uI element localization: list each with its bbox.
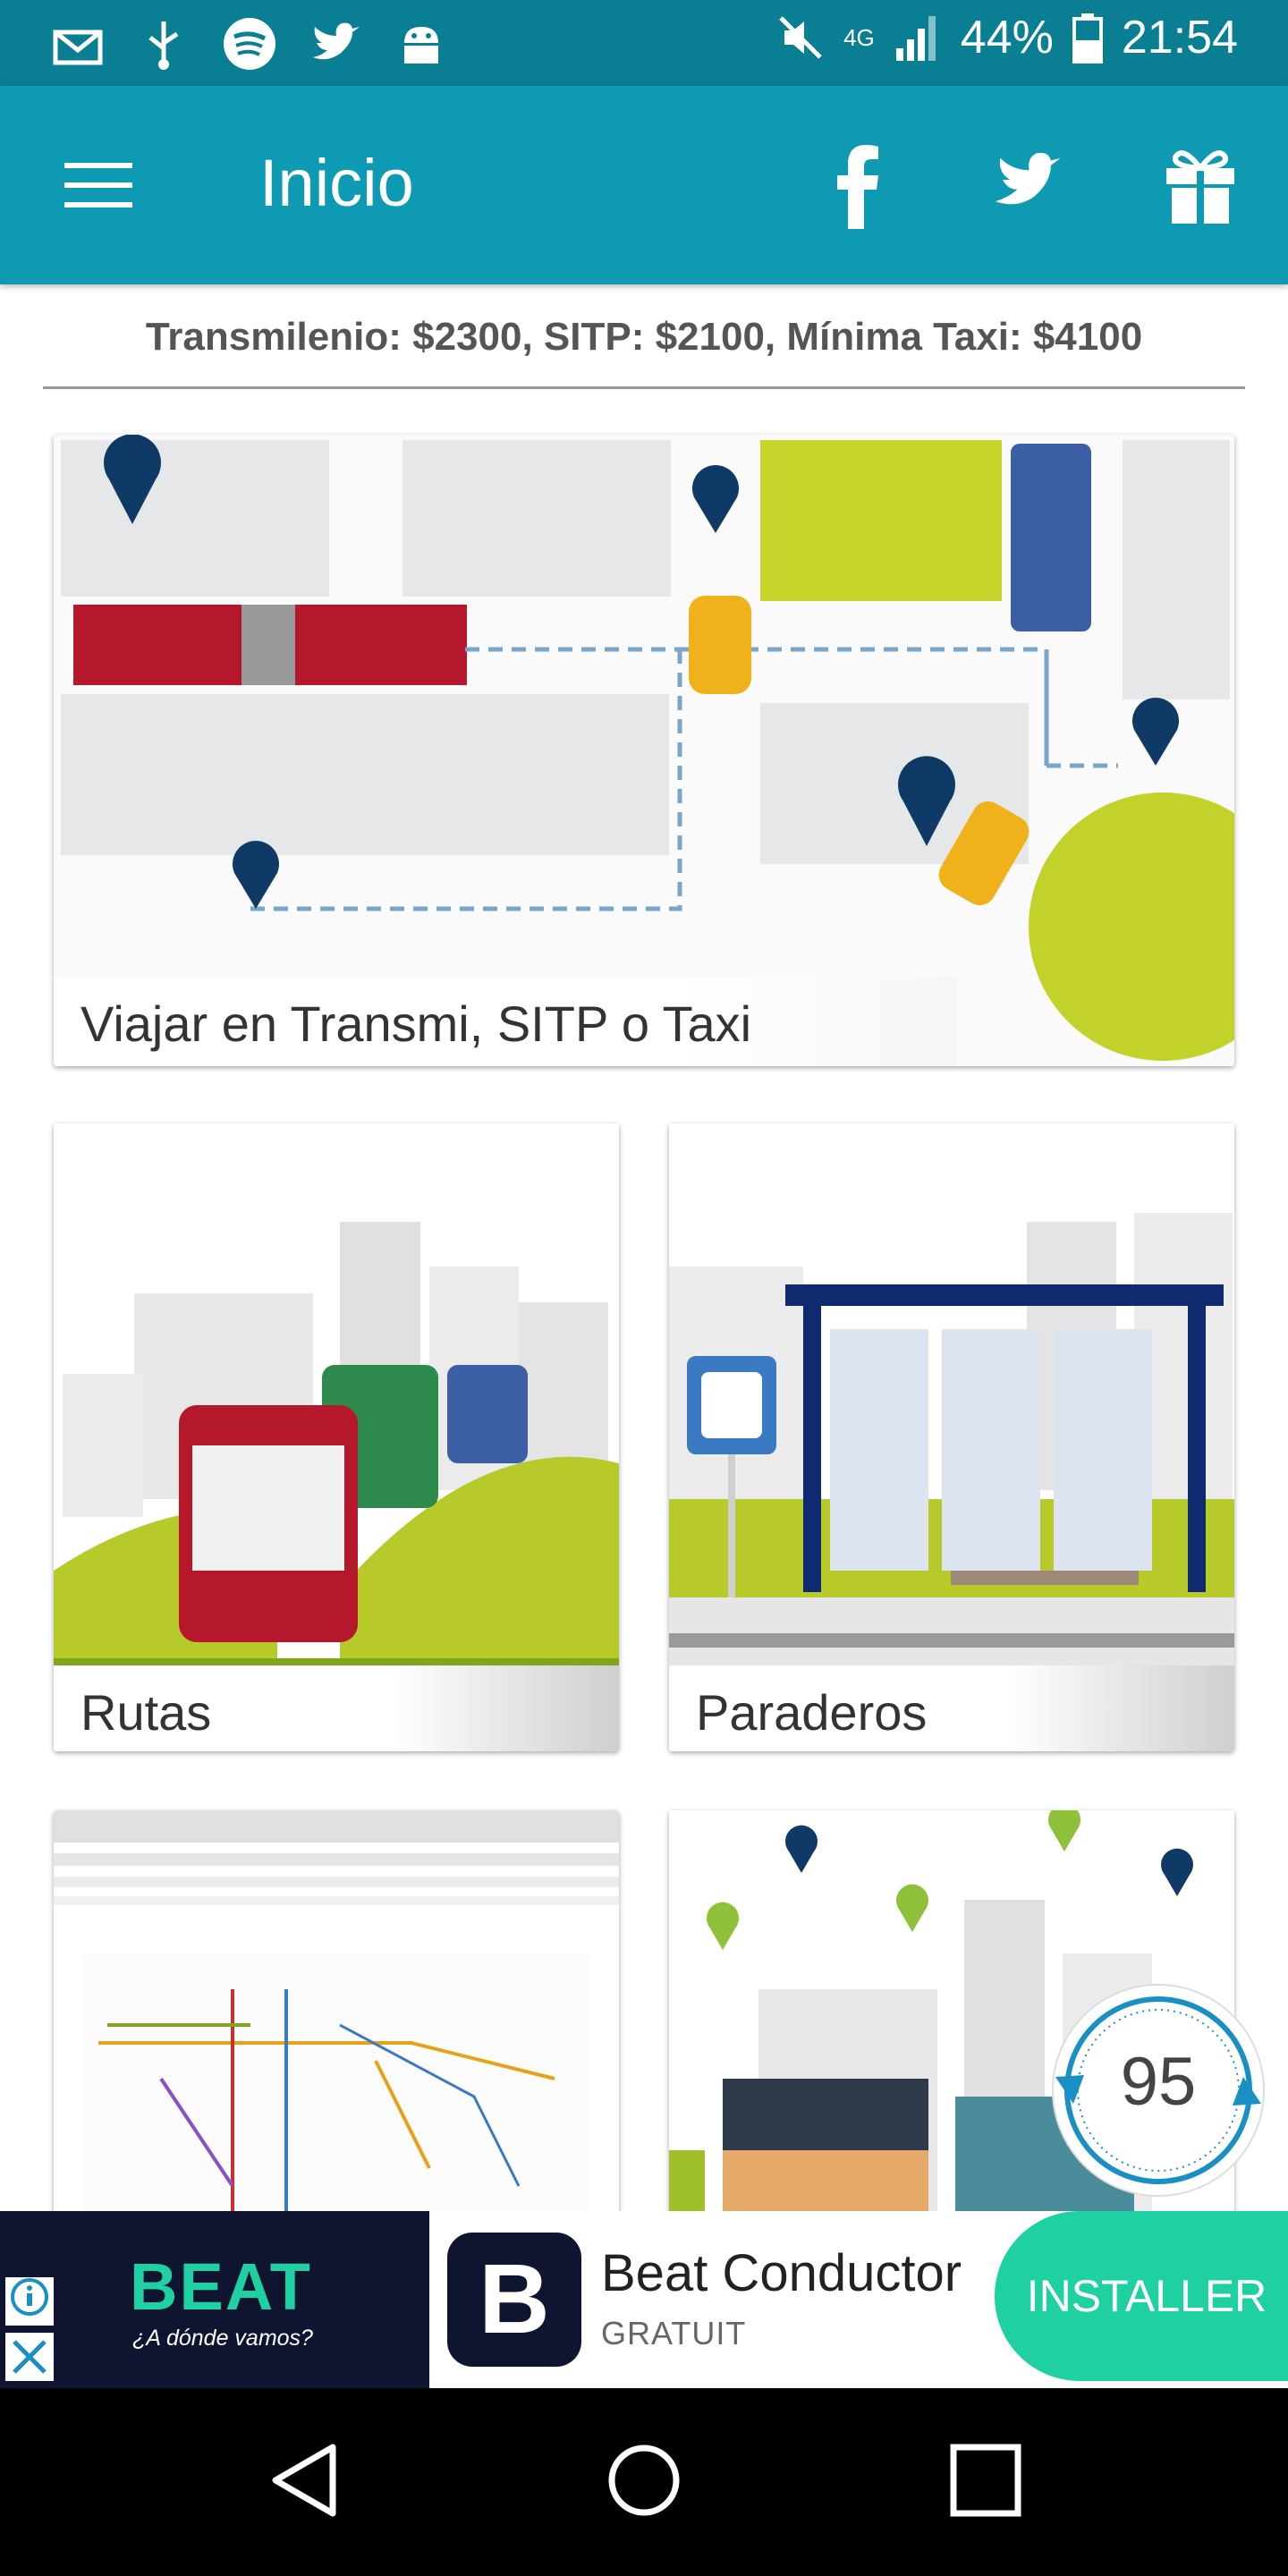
timer-badge[interactable]: 95	[1046, 1979, 1270, 2202]
ad-app-price: GRATUIT	[601, 2315, 747, 2351]
system-status: 4G 44% 21:54	[775, 11, 1238, 64]
home-icon[interactable]	[606, 2440, 682, 2521]
spotify-icon	[222, 16, 277, 72]
card-viajar[interactable]: Viajar en Transmi, SITP o Taxi	[54, 435, 1234, 1066]
mute-icon	[779, 16, 822, 59]
ad-brand-name: BEAT	[130, 2250, 312, 2324]
ad-info-icon[interactable]	[5, 2277, 54, 2326]
facebook-icon[interactable]	[835, 140, 880, 233]
network-type: 4G	[843, 23, 875, 51]
battery-icon	[1072, 13, 1103, 64]
battery-percentage: 44%	[960, 12, 1054, 64]
gift-icon[interactable]	[1163, 145, 1238, 230]
mail-icon	[50, 16, 106, 72]
ad-brand-tagline: ¿A dónde vamos?	[132, 2326, 313, 2351]
ad-close-icon[interactable]	[5, 2333, 54, 2381]
bus-stop-illustration	[669, 1123, 1234, 1665]
city-map-illustration	[54, 435, 1234, 1066]
card-rutas[interactable]: Rutas	[54, 1123, 619, 1751]
recents-icon[interactable]	[948, 2440, 1023, 2521]
usb-icon	[136, 16, 191, 72]
app-bar: Inicio	[0, 86, 1288, 284]
ad-brand-panel: BEAT ¿A dónde vamos?	[0, 2211, 429, 2388]
fare-info: Transmilenio: $2300, SITP: $2100, Mínima…	[145, 315, 1143, 359]
install-button[interactable]: INSTALLER	[995, 2211, 1288, 2381]
card-label: Viajar en Transmi, SITP o Taxi	[80, 996, 752, 1052]
timer-value: 95	[1120, 2044, 1197, 2120]
card-mapa[interactable]	[54, 1810, 619, 2222]
transit-map-illustration	[54, 1810, 619, 2222]
navigation-bar	[0, 2388, 1288, 2576]
page-title: Inicio	[259, 146, 414, 220]
twitter-icon	[308, 16, 363, 72]
signal-icon	[895, 16, 936, 61]
notification-icons	[50, 16, 449, 72]
card-label: Paraderos	[696, 1684, 928, 1741]
buses-illustration	[54, 1123, 619, 1665]
back-icon[interactable]	[268, 2440, 340, 2521]
ad-app-icon: B	[447, 2233, 581, 2367]
android-icon	[394, 16, 449, 72]
card-label: Rutas	[80, 1684, 212, 1741]
ad-banner[interactable]: BEAT ¿A dónde vamos? B Beat Conductor GR…	[0, 2211, 1288, 2388]
ad-app-name: Beat Conductor	[601, 2244, 962, 2302]
divider	[43, 386, 1245, 389]
status-bar: 4G 44% 21:54	[0, 0, 1288, 86]
twitter-share-icon[interactable]	[993, 148, 1068, 216]
card-paraderos[interactable]: Paraderos	[669, 1123, 1234, 1751]
menu-icon[interactable]	[64, 159, 136, 213]
clock: 21:54	[1121, 12, 1238, 64]
